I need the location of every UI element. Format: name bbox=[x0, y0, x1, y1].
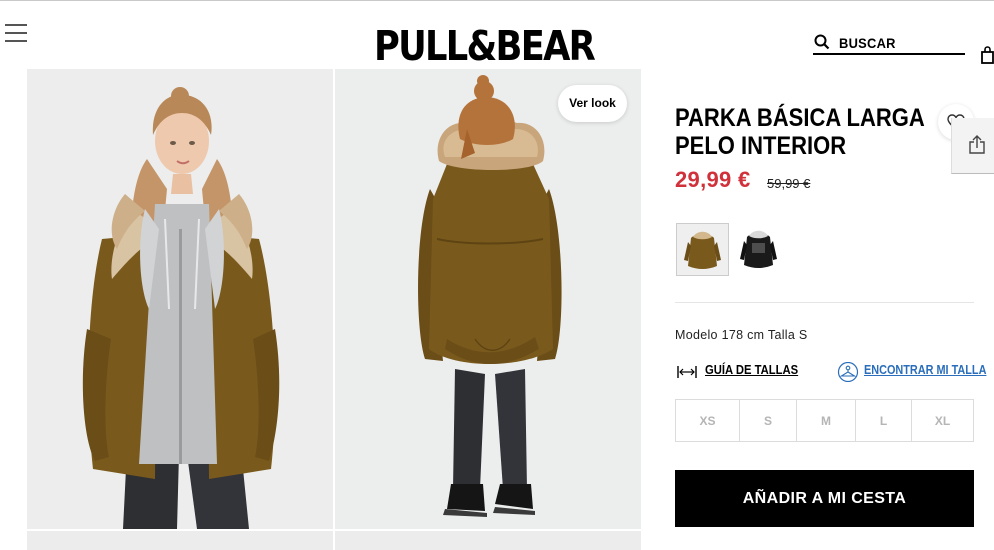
menu-icon[interactable] bbox=[5, 22, 27, 44]
product-title-line: PARKA BÁSICA LARGA bbox=[675, 104, 925, 132]
find-my-size-label: ENCONTRAR MI TALLA bbox=[864, 363, 987, 377]
original-price: 59,99 € bbox=[767, 176, 811, 191]
size-option-s[interactable]: S bbox=[740, 400, 797, 441]
product-photo-thumb[interactable] bbox=[27, 531, 333, 550]
product-title-line: PELO INTERIOR bbox=[675, 132, 847, 160]
product-title: PARKA BÁSICA LARGA PELO INTERIOR bbox=[675, 104, 925, 160]
brand-logo[interactable]: PULL&BEAR bbox=[374, 24, 596, 68]
divider bbox=[675, 302, 974, 303]
product-gallery bbox=[27, 69, 641, 550]
ver-look-button[interactable]: Ver look bbox=[558, 85, 627, 122]
model-info: Modelo 178 cm Talla S bbox=[675, 328, 808, 342]
current-price: 29,99 € bbox=[675, 167, 751, 192]
share-icon bbox=[969, 135, 985, 154]
size-guide-label: GUÍA DE TALLAS bbox=[705, 363, 799, 377]
share-button[interactable] bbox=[951, 118, 994, 174]
search-icon bbox=[814, 34, 830, 50]
product-photo-back[interactable] bbox=[335, 69, 641, 529]
size-option-m[interactable]: M bbox=[797, 400, 856, 441]
size-option-xs[interactable]: XS bbox=[676, 400, 740, 441]
add-to-cart-button[interactable]: AÑADIR A MI CESTA bbox=[675, 470, 974, 527]
top-border bbox=[0, 0, 994, 1]
size-selector: XS S M L XL bbox=[675, 399, 974, 442]
product-photo-thumb[interactable] bbox=[335, 531, 641, 550]
hanger-icon bbox=[837, 362, 859, 382]
search-label: BUSCAR bbox=[839, 35, 896, 51]
size-option-l[interactable]: L bbox=[856, 400, 912, 441]
product-photo-front[interactable] bbox=[27, 69, 333, 529]
size-option-xl[interactable]: XL bbox=[912, 400, 973, 441]
shopping-bag-icon[interactable] bbox=[981, 46, 994, 64]
color-swatch-black[interactable] bbox=[732, 223, 785, 276]
search-field[interactable]: BUSCAR bbox=[813, 33, 965, 55]
color-swatch-khaki[interactable] bbox=[676, 223, 729, 276]
ruler-icon bbox=[677, 366, 697, 378]
